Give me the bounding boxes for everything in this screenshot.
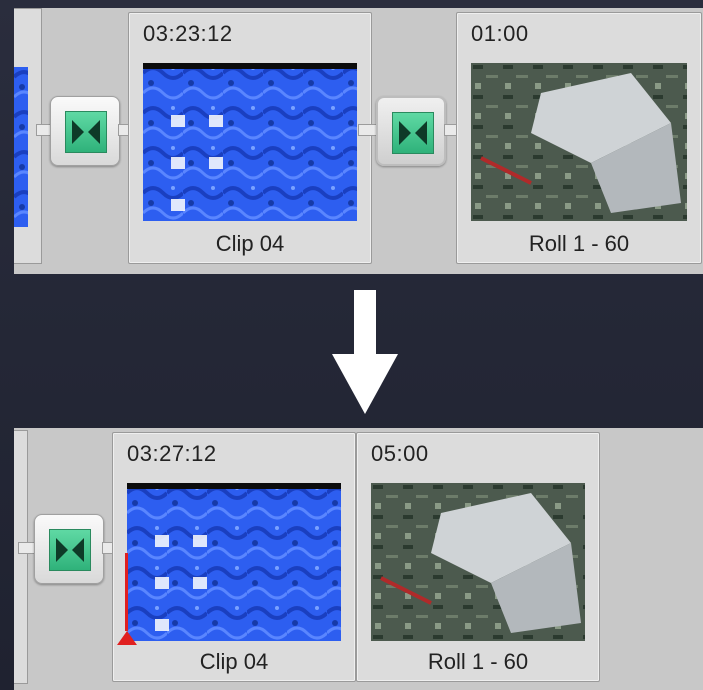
clip-duration: 05:00 bbox=[371, 441, 429, 466]
transition-icon bbox=[49, 529, 91, 571]
clip-thumbnail[interactable]: 03:23:12 Clip 04 bbox=[128, 12, 372, 264]
clip-thumbnail[interactable]: 01:00 Roll 1 - 60 bbox=[456, 12, 702, 264]
clip-name: Clip 04 bbox=[215, 231, 285, 256]
timeline-before: 03:23:12 Clip 04 01:00 Roll 1 - 60 bbox=[14, 8, 703, 274]
transition-icon bbox=[392, 112, 434, 154]
clip-thumbnail[interactable]: 03:27:12 Clip 04 bbox=[112, 432, 356, 682]
clip-name: Roll 1 - 60 bbox=[427, 649, 529, 674]
clip-partial-left[interactable] bbox=[14, 8, 42, 264]
transition[interactable] bbox=[50, 96, 120, 166]
clip-preview bbox=[143, 63, 357, 221]
clip-preview bbox=[371, 483, 585, 641]
clip-preview bbox=[127, 483, 341, 641]
transition[interactable] bbox=[34, 514, 104, 584]
clip-partial-left[interactable] bbox=[14, 430, 28, 684]
clip-thumbnail[interactable]: 05:00 Roll 1 - 60 bbox=[356, 432, 600, 682]
clip-duration: 03:27:12 bbox=[127, 441, 217, 466]
transition-icon bbox=[65, 111, 107, 153]
clip-name: Roll 1 - 60 bbox=[528, 231, 630, 256]
clip-duration: 03:23:12 bbox=[143, 21, 233, 46]
clip-duration: 01:00 bbox=[471, 21, 529, 46]
down-arrow-icon bbox=[332, 290, 398, 414]
timeline-after: 03:27:12 Clip 04 05:00 Roll 1 - 60 bbox=[14, 428, 703, 690]
playhead-marker-icon[interactable] bbox=[117, 553, 137, 645]
clip-name: Clip 04 bbox=[199, 649, 269, 674]
clip-preview bbox=[471, 63, 687, 221]
transition[interactable] bbox=[376, 96, 446, 166]
